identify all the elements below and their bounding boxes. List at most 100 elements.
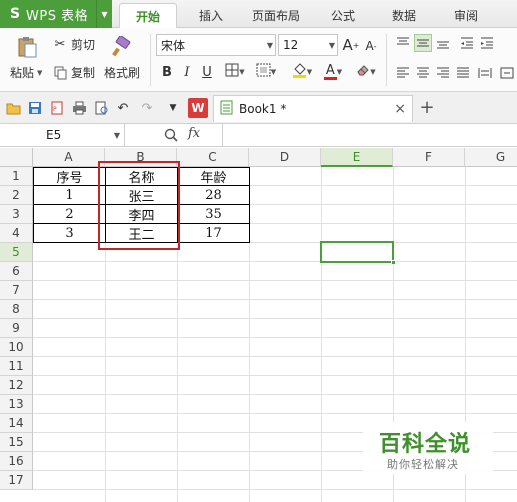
export-pdf-icon[interactable]: P <box>48 99 66 117</box>
paste-button[interactable]: 粘贴 ▼ <box>10 64 42 81</box>
align-bottom-icon[interactable] <box>434 34 452 52</box>
justify-icon[interactable] <box>454 64 472 82</box>
increase-font-size-button[interactable]: A + <box>342 36 360 54</box>
row-header-17[interactable]: 17 <box>0 471 33 490</box>
row-header-11[interactable]: 11 <box>0 357 33 376</box>
row-header-16[interactable]: 16 <box>0 452 33 471</box>
open-folder-icon[interactable] <box>4 99 22 117</box>
redo-icon[interactable]: ↷ <box>138 99 156 117</box>
tab-insert[interactable]: 插入 <box>183 3 239 28</box>
decrease-font-size-button[interactable]: A- <box>362 37 380 55</box>
cell-c4[interactable]: 17 <box>178 224 249 243</box>
ribbon-toolbar: 粘贴 ▼ ✂ 剪切 复制 格式刷 宋体 ▼ 12 ▼ A + A - B I U… <box>0 28 517 92</box>
active-cell-e5[interactable] <box>320 241 394 263</box>
align-left-icon[interactable] <box>394 64 412 82</box>
row-header-6[interactable]: 6 <box>0 262 33 281</box>
underline-button[interactable]: U <box>198 63 216 81</box>
fill-handle[interactable] <box>391 260 396 265</box>
app-menu-button[interactable]: S WPS 表格 ▼ <box>0 0 112 28</box>
chevron-down-icon[interactable]: ▼ <box>96 0 112 28</box>
fill-color-button[interactable]: ▼ <box>288 62 316 81</box>
name-box[interactable]: E5 ▼ <box>0 124 125 146</box>
merge-center-icon[interactable] <box>498 64 516 82</box>
tab-data[interactable]: 数据 <box>375 3 433 28</box>
save-icon[interactable] <box>26 99 44 117</box>
cell-c3[interactable]: 35 <box>178 205 249 224</box>
distributed-align-icon[interactable] <box>476 64 494 82</box>
table-border <box>249 167 250 243</box>
paste-icon[interactable] <box>12 34 42 60</box>
row-header-15[interactable]: 15 <box>0 433 33 452</box>
align-right-icon[interactable] <box>434 64 452 82</box>
chevron-down-icon[interactable]: ▼ <box>114 131 120 140</box>
formula-bar: E5 ▼ fx <box>0 124 517 147</box>
column-header-f[interactable]: F <box>393 148 465 167</box>
row-header-12[interactable]: 12 <box>0 376 33 395</box>
customize-toolbar-icon[interactable]: ▼ <box>164 99 182 117</box>
copy-button[interactable]: 复制 <box>52 64 95 81</box>
align-top-icon[interactable] <box>394 34 412 52</box>
cell-style-button[interactable]: ▼ <box>252 63 280 81</box>
app-title: WPS 表格 <box>26 8 89 24</box>
row-header-5[interactable]: 5 <box>0 243 33 262</box>
italic-button[interactable]: I <box>178 63 196 81</box>
chevron-down-icon: ▼ <box>328 40 335 50</box>
cell-a1[interactable]: 序号 <box>34 167 105 186</box>
row-header-10[interactable]: 10 <box>0 338 33 357</box>
clear-format-button[interactable]: ▼ <box>352 63 380 81</box>
borders-icon <box>225 63 239 81</box>
row-header-1[interactable]: 1 <box>0 167 33 186</box>
font-color-button[interactable]: A ▼ <box>320 63 346 81</box>
font-name-select[interactable]: 宋体 ▼ <box>156 34 276 56</box>
indent-decrease-icon[interactable] <box>458 34 476 52</box>
formula-input[interactable] <box>222 124 517 146</box>
font-size-select[interactable]: 12 ▼ <box>278 34 338 56</box>
function-icon[interactable]: fx <box>188 126 200 141</box>
column-header-c[interactable]: C <box>177 148 249 167</box>
row-header-9[interactable]: 9 <box>0 319 33 338</box>
column-header-g[interactable]: G <box>465 148 517 167</box>
cell-c1[interactable]: 年龄 <box>178 167 249 186</box>
gridline <box>33 394 517 395</box>
column-header-d[interactable]: D <box>249 148 321 167</box>
row-header-4[interactable]: 4 <box>0 224 33 243</box>
wps-logo-icon: S <box>9 6 21 22</box>
wps-w-logo-icon[interactable]: W <box>188 98 208 118</box>
column-header-a[interactable]: A <box>33 148 105 167</box>
cell-a3[interactable]: 2 <box>34 205 105 224</box>
gridline <box>33 356 517 357</box>
document-tab[interactable]: Book1 * × <box>213 95 413 122</box>
cell-c2[interactable]: 28 <box>178 186 249 205</box>
row-header-13[interactable]: 13 <box>0 395 33 414</box>
tab-formulas[interactable]: 公式 <box>315 3 371 28</box>
highlight-annotation-box <box>98 161 180 250</box>
row-header-8[interactable]: 8 <box>0 300 33 319</box>
row-header-7[interactable]: 7 <box>0 281 33 300</box>
cut-button[interactable]: ✂ 剪切 <box>52 36 95 53</box>
align-center-icon[interactable] <box>414 64 432 82</box>
print-preview-icon[interactable] <box>92 99 110 117</box>
gridline <box>33 375 517 376</box>
tab-review[interactable]: 审阅 <box>437 3 495 28</box>
cell-a4[interactable]: 3 <box>34 224 105 243</box>
format-painter-button[interactable]: 格式刷 <box>104 64 140 81</box>
column-header-e[interactable]: E <box>321 148 393 167</box>
zoom-search-icon[interactable] <box>162 126 180 144</box>
format-painter-icon[interactable] <box>110 34 134 60</box>
indent-increase-icon[interactable] <box>478 34 496 52</box>
select-all-corner[interactable] <box>0 148 33 167</box>
row-header-14[interactable]: 14 <box>0 414 33 433</box>
new-tab-button[interactable]: + <box>418 97 436 118</box>
format-painter-label: 格式刷 <box>104 66 141 80</box>
tab-page-layout[interactable]: 页面布局 <box>243 3 309 28</box>
close-icon[interactable]: × <box>394 101 406 117</box>
tab-home[interactable]: 开始 <box>119 3 177 28</box>
row-header-2[interactable]: 2 <box>0 186 33 205</box>
borders-button[interactable]: ▼ <box>222 63 248 81</box>
print-icon[interactable] <box>70 99 88 117</box>
cell-a2[interactable]: 1 <box>34 186 105 205</box>
align-middle-icon[interactable] <box>414 34 432 52</box>
bold-button[interactable]: B <box>158 63 176 81</box>
undo-icon[interactable]: ↶ <box>114 99 132 117</box>
row-header-3[interactable]: 3 <box>0 205 33 224</box>
